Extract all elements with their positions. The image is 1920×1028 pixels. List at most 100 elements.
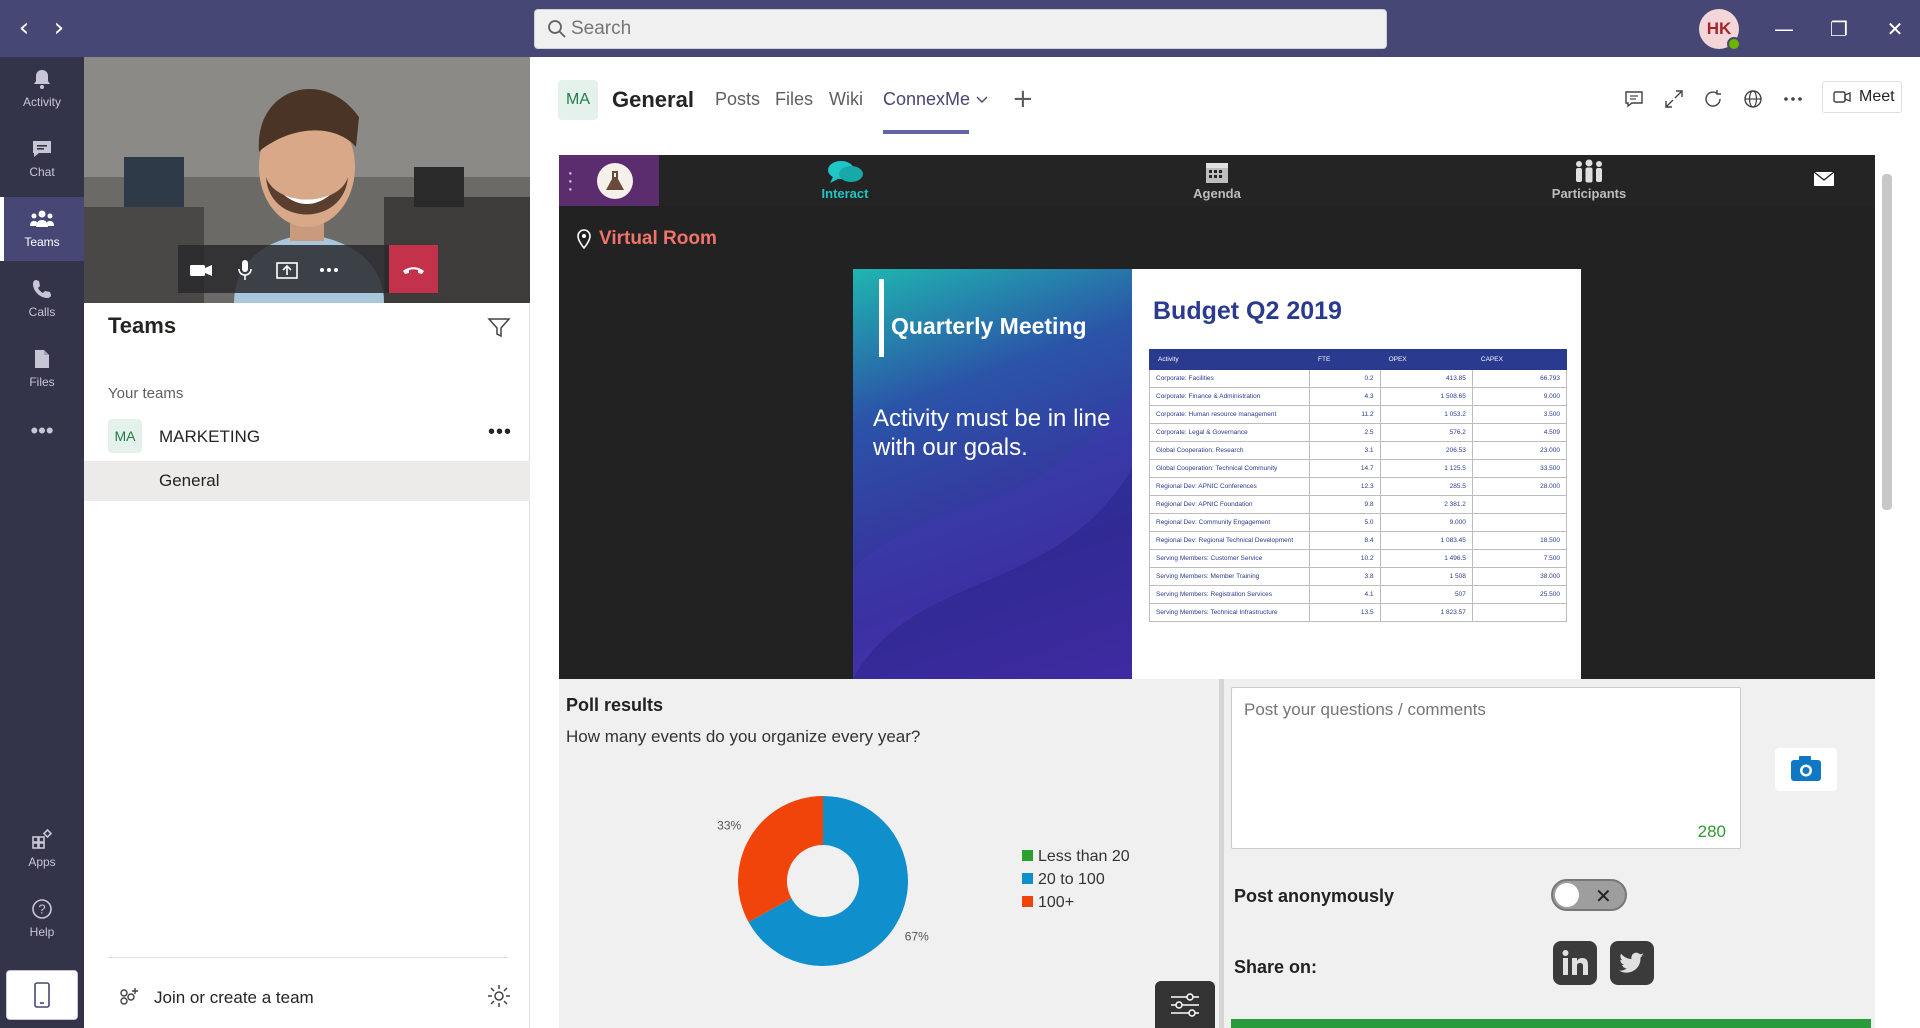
rail-label: Help (29, 925, 55, 939)
apps-icon (32, 828, 53, 849)
tab-posts[interactable]: Posts (715, 89, 760, 110)
filter-icon[interactable] (486, 315, 512, 341)
tab-connexme[interactable]: ConnexMe (883, 89, 989, 110)
rail-more-icon[interactable]: ••• (0, 407, 84, 471)
table-cell: 10.2 (1309, 549, 1381, 568)
location-pin-icon (577, 229, 591, 249)
app-menu-icon[interactable]: · · · (567, 163, 574, 199)
channel-item-general[interactable]: General (84, 461, 530, 501)
forward-arrow-icon[interactable]: › (45, 14, 73, 42)
pane-title: Teams (108, 313, 177, 338)
table-cell: 413.85 (1379, 369, 1473, 388)
table-cell: 1 823.57 (1379, 603, 1473, 622)
rail-label: Calls (28, 305, 56, 319)
table-row: Serving Members: Technical Infrastructur… (1149, 603, 1568, 622)
table-cell (1471, 495, 1568, 514)
rail-item-help[interactable]: ? Help (0, 887, 84, 951)
table-cell: Serving Members: Member Training (1149, 567, 1310, 586)
refresh-icon[interactable] (1701, 87, 1725, 111)
table-row: Global Cooperation: Research 3.1 206.53 23.… (1149, 441, 1568, 460)
chat-icon (33, 141, 51, 157)
tab-label: ConnexMe (883, 89, 971, 109)
poll-question: How many events do you organize every ye… (566, 727, 921, 746)
comment-input[interactable] (1232, 688, 1740, 848)
join-or-create-team-link[interactable]: Join or create a team (154, 988, 314, 1008)
linkedin-share-button[interactable] (1553, 941, 1597, 985)
team-name[interactable]: MARKETING (159, 427, 260, 447)
settings-toggle-button[interactable] (1155, 981, 1215, 1028)
table-cell: 38.000 (1471, 567, 1568, 586)
character-counter: 280 (1697, 822, 1726, 841)
search-box[interactable] (534, 9, 1387, 49)
more-options-icon[interactable] (1781, 87, 1805, 111)
table-cell: 23.000 (1471, 441, 1568, 460)
rail-item-files[interactable]: Files (0, 337, 84, 401)
table-cell: 1 125.5 (1379, 459, 1473, 478)
back-arrow-icon[interactable]: ‹ (10, 14, 38, 42)
share-screen-icon[interactable] (272, 255, 302, 285)
app-scrollbar[interactable] (1882, 174, 1892, 510)
table-cell: Corporate: Finance & Administration (1149, 387, 1310, 406)
teams-pane: Teams Your teams MA MARKETING ••• Genera… (84, 57, 530, 1028)
avatar[interactable]: HK (1699, 9, 1741, 51)
table-cell: 1 508 (1379, 567, 1473, 586)
nav-interact[interactable]: Interact (785, 159, 905, 203)
expand-icon[interactable] (1662, 87, 1686, 111)
files-icon (35, 350, 49, 368)
table-cell: Global Cooperation: Research (1149, 441, 1310, 460)
nav-agenda[interactable]: Agenda (1157, 159, 1277, 203)
channel-label: General (159, 471, 220, 490)
table-cell: 1 083.45 (1379, 531, 1473, 550)
rail-item-calls[interactable]: Calls (0, 267, 84, 331)
comment-box: 280 (1231, 687, 1741, 849)
device-button[interactable] (6, 970, 78, 1020)
globe-icon[interactable] (1741, 87, 1765, 111)
legend-item: Less than 20 (1022, 845, 1130, 868)
minimize-icon[interactable]: — (1769, 14, 1799, 44)
rail-item-chat[interactable]: Chat (0, 127, 84, 191)
presence-status-icon (1727, 37, 1741, 51)
table-cell: 4.509 (1471, 423, 1568, 442)
table-header-cell: OPEX (1379, 349, 1473, 370)
gear-icon[interactable] (486, 983, 512, 1009)
search-icon (548, 20, 566, 38)
meet-button[interactable]: Meet (1822, 81, 1902, 113)
divider (108, 957, 508, 958)
photo-upload-button[interactable] (1775, 748, 1837, 791)
add-tab-icon[interactable]: + (1012, 84, 1034, 114)
rail-item-teams[interactable]: Teams (0, 197, 84, 261)
mail-icon[interactable] (1813, 171, 1835, 187)
anonymous-toggle[interactable]: ✕ (1551, 879, 1627, 911)
channel-header: MA General Posts Files Wiki ConnexMe + M… (530, 57, 1920, 137)
table-cell: Corporate: Legal & Governance (1149, 423, 1310, 442)
rail-label: Files (29, 375, 55, 389)
tab-files[interactable]: Files (775, 89, 813, 110)
slide-accent-bar (879, 279, 884, 357)
table-cell: 12.3 (1309, 477, 1381, 496)
chat-bubbles-icon (828, 161, 863, 183)
more-options-icon[interactable] (314, 255, 344, 285)
sliders-icon (1171, 993, 1199, 1017)
legend-label: 20 to 100 (1038, 871, 1105, 888)
hang-up-button[interactable] (389, 245, 438, 293)
app-logo[interactable] (597, 163, 633, 199)
twitter-bird-icon (1619, 952, 1644, 973)
restore-icon[interactable]: ❐ (1824, 14, 1854, 44)
tab-wiki[interactable]: Wiki (829, 89, 863, 110)
video-camera-icon (1833, 91, 1851, 103)
table-cell: 3.1 (1309, 441, 1381, 460)
twitter-share-button[interactable] (1610, 941, 1654, 985)
search-input[interactable] (571, 10, 1371, 48)
poll-title: Poll results (566, 695, 664, 715)
nav-label: Participants (1551, 186, 1627, 201)
submit-bar[interactable] (1231, 1019, 1871, 1028)
microphone-icon[interactable] (230, 255, 260, 285)
conversation-icon[interactable] (1622, 87, 1646, 111)
rail-item-apps[interactable]: Apps (0, 817, 84, 881)
nav-participants[interactable]: Participants (1529, 159, 1649, 203)
camera-icon[interactable] (186, 255, 216, 285)
rail-item-activity[interactable]: Activity (0, 57, 84, 121)
table-row: Regional Dev: Regional Technical Develop… (1149, 531, 1568, 550)
team-more-icon[interactable]: ••• (488, 421, 512, 444)
close-icon[interactable]: ✕ (1880, 14, 1910, 44)
